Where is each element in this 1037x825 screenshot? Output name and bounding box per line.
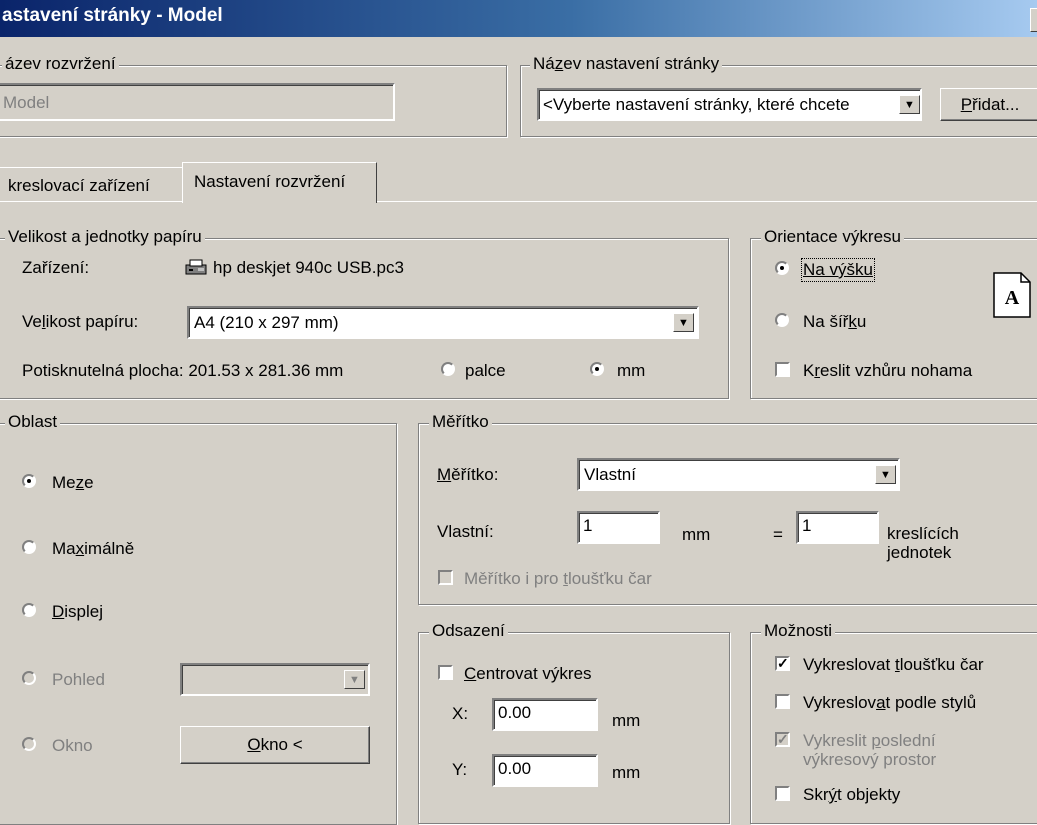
view-select[interactable] (180, 663, 370, 696)
view-label: Pohled (52, 670, 105, 689)
center-plot-label: Centrovat výkres (464, 664, 592, 683)
offset-x-input[interactable]: 0.00 (492, 698, 598, 731)
tab-plot-device[interactable]: kreslovací zařízení (0, 167, 182, 202)
landscape-radio[interactable] (775, 313, 789, 327)
plot-with-styles-label: Vykreslovat podle stylů (803, 693, 977, 712)
hide-objects-checkbox[interactable] (775, 786, 790, 801)
scale-label: Měřítko: (437, 465, 499, 484)
paper-size-group-label: Velikost a jednotky papíru (5, 227, 205, 247)
portrait-label: Na výšku (801, 258, 875, 282)
scale-lineweights-label: Měřítko i pro tloušťku čar (464, 569, 652, 588)
custom-mm-input[interactable]: 1 (577, 511, 660, 544)
view-radio[interactable] (22, 671, 36, 685)
display-radio[interactable] (22, 603, 36, 617)
scale-group-label: Měřítko (429, 412, 492, 432)
hide-objects-label: Skrýt objekty (803, 785, 901, 804)
offset-x-label: X: (452, 704, 469, 723)
plot-with-styles-checkbox[interactable] (775, 694, 790, 709)
custom-units-input[interactable]: 1 (796, 511, 879, 544)
view-dropdown-arrow[interactable]: ▼ (344, 670, 365, 689)
scale-dropdown-arrow[interactable]: ▼ (875, 465, 896, 484)
offset-y-unit: mm (612, 763, 641, 782)
unit-inches-label: palce (465, 361, 506, 380)
unit-inches-radio[interactable] (441, 362, 455, 376)
scale-select[interactable]: Vlastní (577, 458, 900, 491)
tab-layout-settings[interactable]: Nastavení rozvržení (182, 162, 377, 203)
unit-mm-radio[interactable] (590, 362, 604, 376)
landscape-label: Na šířku (803, 312, 867, 331)
window-label: Okno (52, 736, 93, 755)
page-setup-select-value: <Vyberte nastavení stránky, které chcete (543, 95, 850, 114)
scale-value: Vlastní (584, 465, 636, 484)
plot-paperspace-last-label: Vykreslit poslední výkresový prostor (803, 731, 937, 769)
drawing-units-label: kreslících jednotek (887, 524, 959, 562)
center-plot-checkbox[interactable] (438, 665, 453, 680)
page-setup-dropdown-arrow[interactable]: ▼ (899, 95, 920, 114)
paper-size-dropdown-arrow[interactable]: ▼ (673, 313, 694, 332)
offset-group-label: Odsazení (429, 621, 508, 641)
portrait-radio[interactable] (775, 261, 789, 275)
custom-scale-label: Vlastní: (437, 522, 494, 541)
offset-y-label: Y: (452, 760, 468, 779)
plot-lineweights-label: Vykreslovat tloušťku čar (803, 655, 984, 674)
custom-mm-unit: mm (682, 525, 711, 544)
page-setup-name-label: Název nastavení stránky (530, 54, 723, 74)
plot-paperspace-last-checkbox[interactable]: ✓ (775, 732, 790, 747)
extents-label: Maximálně (52, 539, 135, 558)
orientation-group-label: Orientace výkresu (761, 227, 904, 247)
window-radio[interactable] (22, 737, 36, 751)
scale-lineweights-checkbox[interactable] (438, 570, 453, 585)
printer-icon (184, 257, 210, 277)
layout-name-label: ázev rozvržení (2, 54, 119, 74)
paper-size-select[interactable]: A4 (210 x 297 mm) (187, 306, 699, 339)
device-label: Zařízení: (22, 258, 90, 277)
limits-label: Meze (52, 473, 94, 492)
printable-area-text: Potisknutelná plocha: 201.53 x 281.36 mm (22, 361, 344, 380)
add-page-setup-button[interactable]: Přidat... (940, 88, 1037, 121)
unit-mm-label: mm (617, 361, 646, 380)
svg-text:A: A (1005, 287, 1020, 309)
options-group-label: Možnosti (761, 621, 836, 641)
plot-area-group-label: Oblast (5, 412, 61, 432)
close-button[interactable] (1030, 8, 1037, 32)
page-setup-select[interactable]: <Vyberte nastavení stránky, které chcete (537, 88, 922, 121)
extents-radio[interactable] (22, 540, 36, 554)
paper-size-value: A4 (210 x 297 mm) (194, 313, 339, 332)
display-label: Displej (52, 602, 104, 621)
paper-size-label: Velikost papíru: (22, 312, 139, 331)
limits-radio[interactable] (22, 474, 36, 488)
window-pick-button[interactable]: Okno < (180, 726, 370, 764)
offset-x-unit: mm (612, 711, 641, 730)
window-title: astavení stránky - Model (2, 5, 223, 26)
device-value: hp deskjet 940c USB.pc3 (213, 258, 404, 277)
layout-name-field: Model (0, 83, 395, 121)
upside-down-label: Kreslit vzhůru nohama (803, 361, 973, 380)
page-preview-icon: A (993, 272, 1031, 318)
upside-down-checkbox[interactable] (775, 362, 790, 377)
equals-sign: = (773, 525, 783, 544)
plot-lineweights-checkbox[interactable]: ✓ (775, 656, 790, 671)
offset-y-input[interactable]: 0.00 (492, 754, 598, 787)
